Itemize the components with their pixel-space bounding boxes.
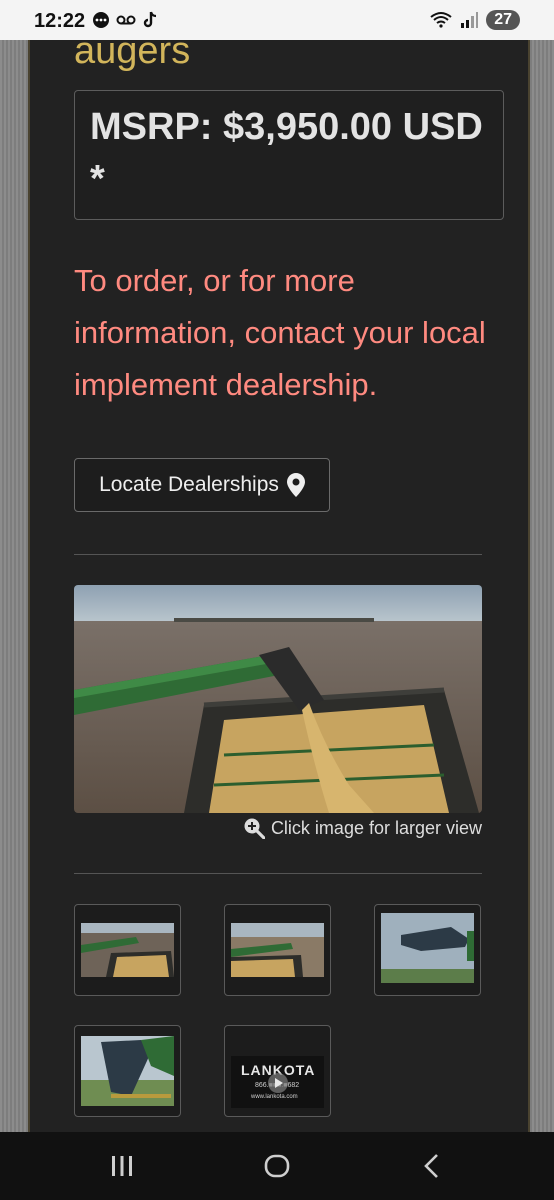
status-time: 12:22 bbox=[34, 10, 86, 32]
thumb-photo bbox=[81, 923, 174, 977]
thumb-image bbox=[231, 923, 324, 977]
back-icon[interactable] bbox=[422, 1153, 442, 1179]
zoom-caption: Click image for larger view bbox=[220, 817, 482, 839]
auger-unloading-photo bbox=[74, 585, 482, 813]
chat-icon bbox=[93, 12, 109, 28]
zoom-caption-label: Click image for larger view bbox=[270, 817, 482, 838]
contact-message: To order, or for more information, conta… bbox=[74, 263, 486, 402]
battery-indicator: 27 bbox=[486, 10, 520, 30]
product-page: augers MSRP: $3,950.00 USD * To order, o… bbox=[28, 40, 530, 1132]
tiktok-icon bbox=[143, 11, 157, 28]
thumb-photo bbox=[381, 913, 474, 983]
thumb-auger-unloading-2[interactable] bbox=[224, 904, 331, 996]
thumb-photo bbox=[81, 1036, 174, 1106]
system-icons: 27 bbox=[430, 10, 520, 30]
thumb-lankota-video[interactable]: LANKOTA 866.■■■.■682 www.lankota.com bbox=[224, 1025, 331, 1117]
home-icon[interactable] bbox=[264, 1154, 290, 1178]
main-product-image[interactable] bbox=[74, 585, 482, 813]
notification-icons bbox=[92, 11, 158, 29]
thumb-photo bbox=[231, 923, 324, 977]
wifi-icon bbox=[430, 12, 452, 28]
divider-bottom bbox=[74, 873, 482, 874]
locate-dealerships-button[interactable]: Locate Dealerships bbox=[74, 458, 330, 512]
thumb-auger-spout-sky[interactable] bbox=[374, 904, 481, 996]
thumb-auger-unloading-1[interactable] bbox=[74, 904, 181, 996]
map-pin-icon bbox=[286, 473, 305, 497]
locate-dealerships-label: Locate Dealerships bbox=[99, 473, 279, 496]
navigation-bar bbox=[0, 1132, 554, 1200]
recent-apps-icon[interactable] bbox=[110, 1154, 134, 1178]
play-icon bbox=[268, 1073, 288, 1093]
lankota-site: www.lankota.com bbox=[251, 1094, 298, 1100]
signal-icon bbox=[461, 12, 479, 28]
thumb-image bbox=[381, 913, 474, 983]
msrp-price: MSRP: $3,950.00 USD * bbox=[90, 106, 483, 200]
msrp-box: MSRP: $3,950.00 USD * bbox=[74, 90, 504, 220]
divider-top bbox=[74, 554, 482, 555]
zoom-in-icon bbox=[244, 818, 265, 839]
product-heading: augers bbox=[74, 40, 191, 72]
thumb-image: LANKOTA 866.■■■.■682 www.lankota.com bbox=[231, 1056, 324, 1108]
voicemail-icon bbox=[116, 15, 136, 25]
thumb-auger-spout-closeup[interactable] bbox=[74, 1025, 181, 1117]
thumb-image bbox=[81, 923, 174, 977]
thumb-image bbox=[81, 1036, 174, 1106]
status-bar: 12:22 27 bbox=[0, 0, 554, 40]
